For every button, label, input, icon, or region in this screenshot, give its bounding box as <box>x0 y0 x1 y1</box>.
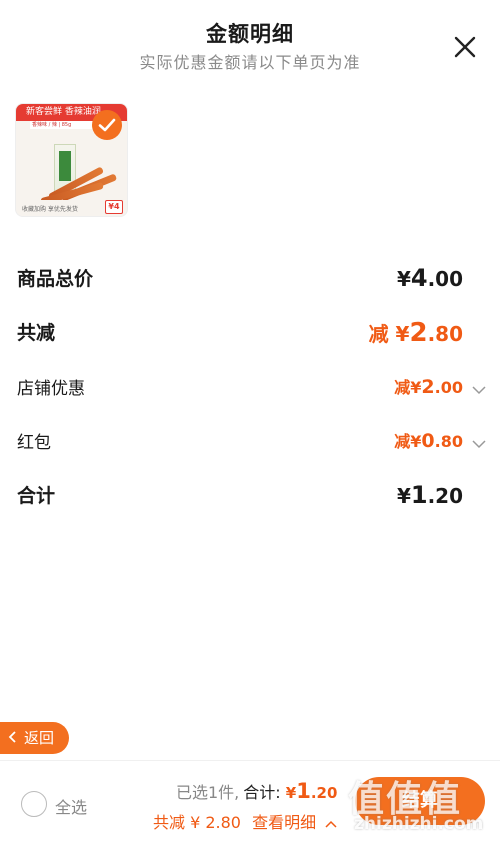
selected-count: 已选1件, <box>176 783 240 802</box>
grand-total-label: 合计 <box>17 485 56 507</box>
goods-total-label: 商品总价 <box>17 268 94 290</box>
shop-discount-row[interactable]: 店铺优惠 减¥2.00 <box>17 374 486 408</box>
grand-total-value: ¥1.20 <box>396 481 463 509</box>
back-button[interactable]: 返回 <box>0 722 69 754</box>
red-packet-row[interactable]: 红包 减¥0.80 <box>17 428 486 462</box>
chevron-down-icon[interactable] <box>472 434 486 449</box>
product-sub-label: 香辣味 / 辣 | 85g <box>30 121 100 129</box>
chevron-up-icon <box>325 813 337 832</box>
grand-total-row: 合计 ¥1.20 <box>17 481 483 515</box>
goods-total-value: ¥4.00 <box>396 264 463 292</box>
close-button[interactable] <box>452 34 478 60</box>
select-all-radio[interactable] <box>21 791 47 817</box>
select-all-label[interactable]: 全选 <box>55 794 87 818</box>
selection-summary: 已选1件, 合计: ¥1.20 <box>176 779 337 803</box>
view-detail-label: 查看明细 <box>252 813 317 832</box>
total-discount-value: 减 ¥2.80 <box>368 318 463 348</box>
page-subtitle: 实际优惠金额请以下单页为准 <box>139 53 361 72</box>
close-icon <box>454 36 476 58</box>
product-footer-text: 收藏加购 享优先发货 <box>22 206 78 213</box>
page-title: 金额明细 <box>206 22 294 46</box>
discount-summary: 共减 ¥ 2.80 <box>153 813 241 832</box>
checkout-button[interactable]: 结算 <box>355 777 485 825</box>
view-detail-toggle[interactable]: 共减 ¥ 2.80 查看明细 <box>153 809 337 833</box>
shop-discount-value: 减¥2.00 <box>394 376 463 398</box>
total-discount-row: 共减 减 ¥2.80 <box>17 318 483 352</box>
shop-discount-label: 店铺优惠 <box>17 379 85 399</box>
bottom-bar: 全选 已选1件, 合计: ¥1.20 共减 ¥ 2.80 查看明细 结算 <box>0 760 500 841</box>
total-discount-label: 共减 <box>17 322 56 344</box>
total-amount: ¥1.20 <box>285 779 338 803</box>
chevron-down-icon[interactable] <box>472 380 486 395</box>
red-packet-value: 减¥0.80 <box>394 430 463 452</box>
total-label: 合计: <box>243 783 281 802</box>
product-selected-badge[interactable] <box>92 110 122 140</box>
goods-total-row: 商品总价 ¥4.00 <box>17 264 483 298</box>
check-icon <box>98 118 116 132</box>
red-packet-label: 红包 <box>17 433 51 453</box>
back-button-label: 返回 <box>24 729 55 747</box>
product-price-tag: ¥4 <box>105 200 123 214</box>
chevron-left-icon <box>8 722 18 754</box>
sheet-header: 金额明细 实际优惠金额请以下单页为准 <box>0 0 500 90</box>
